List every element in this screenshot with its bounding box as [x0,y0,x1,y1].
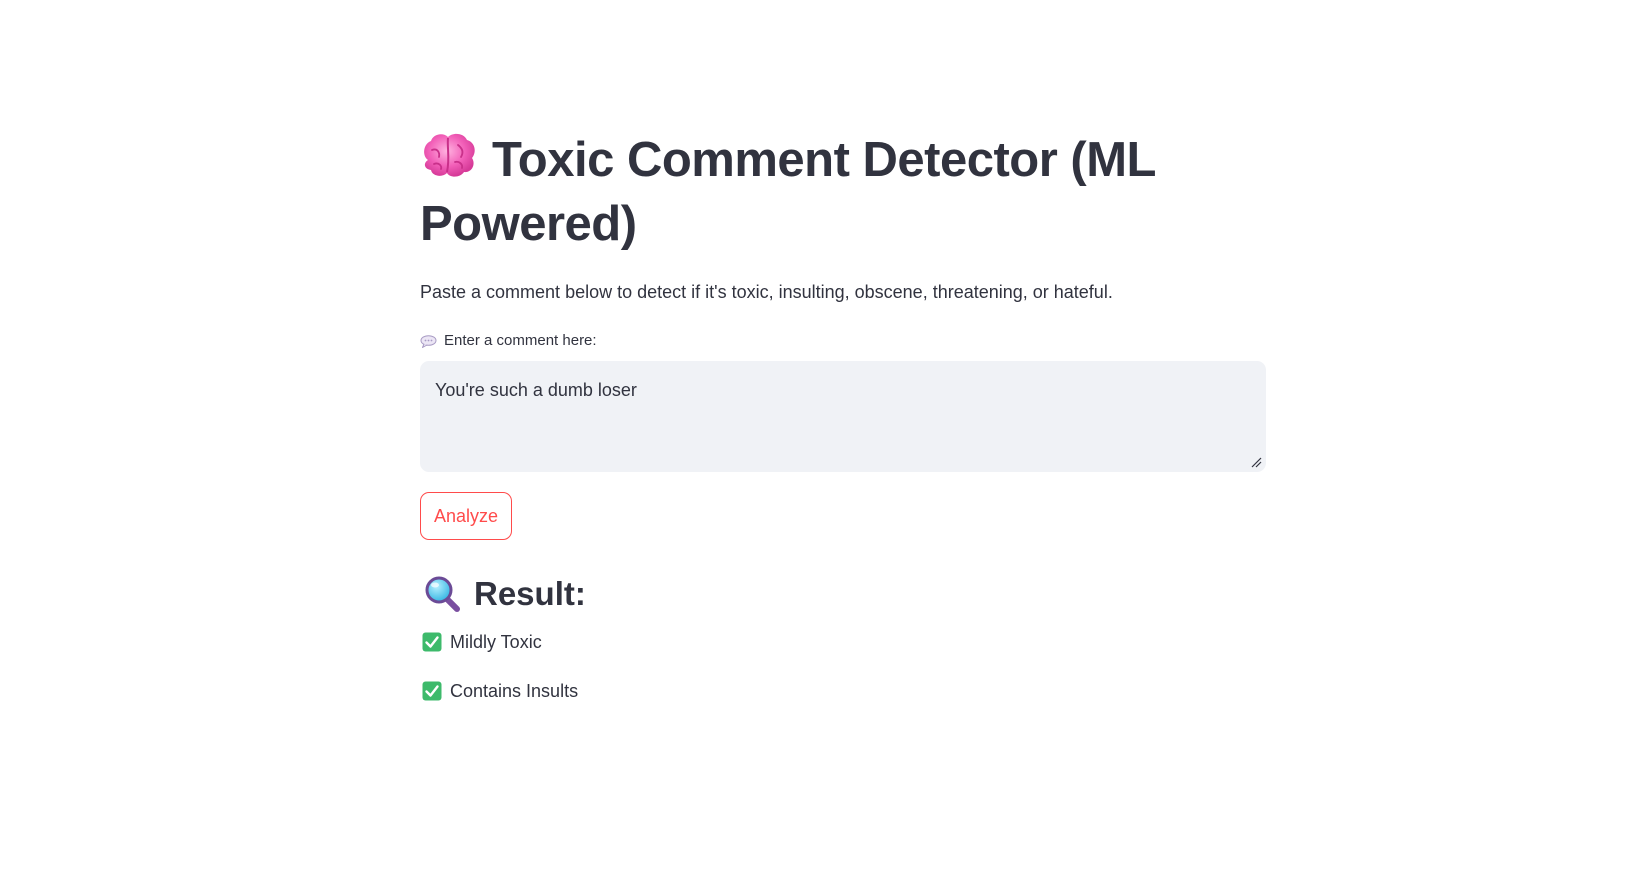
result-item-contains-insults: Contains Insults [420,678,578,704]
comment-input-label: Enter a comment here: [420,331,597,351]
resize-handle-icon[interactable] [1250,456,1262,468]
analyze-button[interactable]: Analyze [420,492,512,540]
page-subtitle: Paste a comment below to detect if it's … [420,282,1113,302]
comment-input-label-text: Enter a comment here: [444,332,597,349]
comment-textarea-container: You're such a dumb loser [420,361,1266,472]
result-item-label: Mildly Toxic [450,632,542,652]
result-heading-text: Result: [474,575,586,612]
comment-textarea[interactable]: You're such a dumb loser [420,361,1266,472]
result-heading: Result: [420,570,586,618]
brain-icon [424,133,475,177]
page-title: Toxic Comment Detector (ML Powered) [420,128,1266,256]
result-item-mildly-toxic: Mildly Toxic [420,629,542,655]
check-mark-icon [422,681,442,701]
page-title-text: Toxic Comment Detector (ML Powered) [420,133,1156,251]
speech-bubble-icon [420,334,437,348]
magnifying-glass-icon [425,576,460,612]
result-item-label: Contains Insults [450,681,579,701]
check-mark-icon [422,632,442,652]
